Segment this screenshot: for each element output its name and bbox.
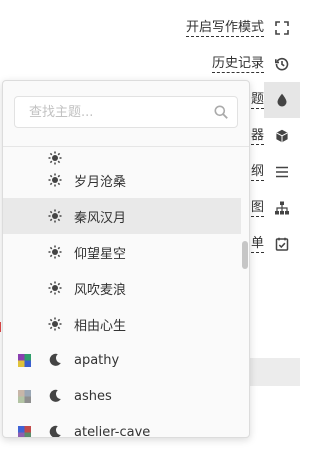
sun-icon bbox=[48, 245, 62, 259]
moon-icon bbox=[48, 353, 62, 367]
moon-icon bbox=[48, 389, 62, 403]
list-item[interactable]: ashes bbox=[3, 378, 241, 414]
mindmap-label[interactable]: 图 bbox=[250, 200, 264, 217]
theme-dropdown: 岁月沧桑 秦风汉月 仰望星空 风吹麦浪 相由心生 apathy ashes bbox=[2, 80, 250, 438]
theme-swatch bbox=[18, 353, 31, 367]
theme-name: 仰望星空 bbox=[74, 246, 127, 262]
search-icon[interactable] bbox=[214, 105, 228, 119]
list-item[interactable]: 仰望星空 bbox=[3, 234, 241, 270]
toolbar-item-mindmap[interactable]: 图 bbox=[250, 190, 300, 226]
toolbar-item-checklist[interactable]: 单 bbox=[250, 226, 300, 262]
toolbar-item-theme[interactable]: 题 bbox=[250, 82, 300, 118]
fullscreen-icon[interactable] bbox=[264, 10, 300, 46]
outline-label[interactable]: 纲 bbox=[250, 164, 264, 181]
list-item[interactable]: 岁月沧桑 bbox=[3, 162, 241, 198]
focus-mode-label[interactable]: 开启写作模式 bbox=[185, 20, 264, 37]
theme-name: atelier-cave bbox=[74, 424, 151, 438]
checklist-label[interactable]: 单 bbox=[250, 236, 264, 253]
history-label[interactable]: 历史记录 bbox=[211, 56, 264, 73]
sitemap-icon[interactable] bbox=[264, 190, 300, 226]
toolbar-item-outline[interactable]: 纲 bbox=[250, 154, 300, 190]
theme-name: 岁月沧桑 bbox=[74, 174, 127, 190]
theme-name: 相由心生 bbox=[74, 318, 127, 334]
theme-name: ashes bbox=[74, 388, 112, 404]
sun-icon bbox=[48, 209, 62, 223]
list-item[interactable]: atelier-cave bbox=[3, 414, 241, 437]
theme-search-box[interactable] bbox=[14, 96, 238, 128]
theme-name: apathy bbox=[74, 352, 120, 368]
list-item[interactable]: 风吹麦浪 bbox=[3, 270, 241, 306]
theme-swatch bbox=[18, 389, 31, 403]
theme-search-input[interactable] bbox=[15, 97, 205, 127]
theme-name: 秦风汉月 bbox=[74, 210, 127, 226]
edge-marker bbox=[0, 322, 1, 332]
checklist-icon[interactable] bbox=[264, 226, 300, 262]
cube-icon[interactable] bbox=[264, 118, 300, 154]
toolbar-item-history[interactable]: 历史记录 bbox=[211, 46, 300, 82]
toolbar-item-plugins[interactable]: 器 bbox=[250, 118, 300, 154]
sun-icon bbox=[48, 317, 62, 331]
theme-name: 风吹麦浪 bbox=[74, 282, 127, 298]
theme-list[interactable]: 岁月沧桑 秦风汉月 仰望星空 风吹麦浪 相由心生 apathy ashes at… bbox=[3, 147, 249, 437]
toolbar-item-focus-mode[interactable]: 开启写作模式 bbox=[185, 10, 300, 46]
list-scrollbar[interactable] bbox=[242, 241, 248, 269]
list-item[interactable]: 相由心生 bbox=[3, 306, 241, 342]
history-icon[interactable] bbox=[264, 46, 300, 82]
plugins-label[interactable]: 器 bbox=[250, 128, 264, 145]
list-item-selected[interactable]: 秦风汉月 bbox=[3, 198, 241, 234]
sun-icon bbox=[48, 173, 62, 187]
moon-icon bbox=[48, 425, 62, 437]
theme-swatch bbox=[18, 425, 31, 437]
theme-label[interactable]: 题 bbox=[250, 92, 264, 109]
list-icon[interactable] bbox=[264, 154, 300, 190]
sun-icon bbox=[48, 281, 62, 295]
theme-drop-icon[interactable] bbox=[264, 82, 300, 118]
list-item[interactable]: apathy bbox=[3, 342, 241, 378]
